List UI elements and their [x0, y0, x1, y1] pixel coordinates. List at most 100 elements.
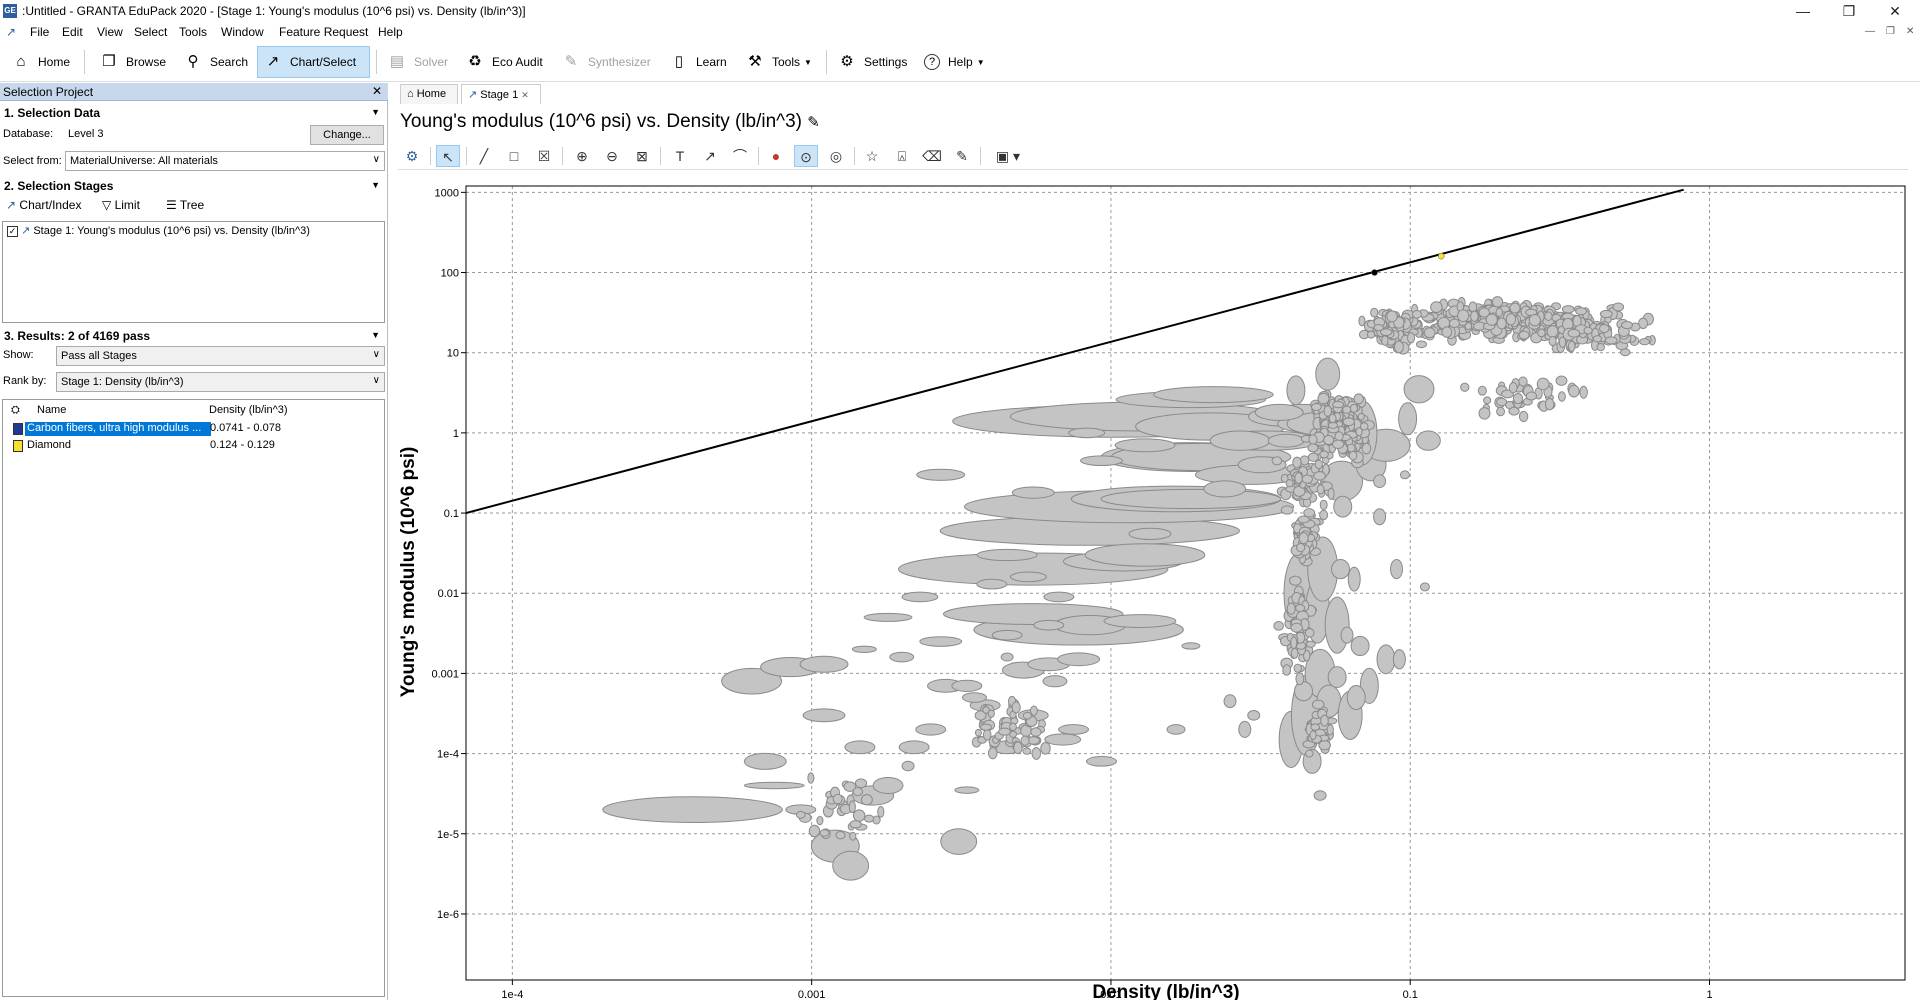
- toolbar-separator: [980, 147, 981, 165]
- column-header-density[interactable]: Density (lb/in^3): [209, 404, 288, 416]
- close-panel-icon[interactable]: ✕: [372, 84, 382, 98]
- stage-label: Stage 1: Young's modulus (10^6 psi) vs. …: [33, 225, 310, 237]
- mdi-restore-icon[interactable]: ❐: [1886, 26, 1895, 37]
- material-bubble-small: [1280, 505, 1294, 515]
- menu-select[interactable]: Select: [134, 25, 167, 39]
- material-bubble-small: [1568, 384, 1580, 398]
- search-button[interactable]: ⚲ Search: [178, 46, 254, 78]
- limit-button[interactable]: ▽ Limit: [102, 198, 140, 212]
- mdi-close-icon[interactable]: ✕: [1906, 26, 1914, 37]
- results-header[interactable]: 3. Results: 2 of 4169 pass ▼: [0, 327, 388, 345]
- column-header-name[interactable]: Name: [37, 404, 66, 416]
- material-bubble: [743, 781, 805, 790]
- y-tick-label: 1000: [435, 187, 459, 199]
- toolbar-separator: [758, 147, 759, 165]
- home-label: Home: [38, 55, 71, 69]
- envelope-icon[interactable]: ⊙: [794, 145, 818, 167]
- pointer-icon[interactable]: ↖: [436, 145, 460, 167]
- browse-button[interactable]: ❐ Browse: [94, 46, 172, 78]
- zoom-fit-icon[interactable]: ⊠: [630, 145, 654, 167]
- selection-stages-header[interactable]: 2. Selection Stages ▼: [0, 177, 388, 195]
- material-bubble-small: [863, 814, 875, 823]
- home-button[interactable]: ⌂ Home: [6, 46, 76, 78]
- column-settings-icon[interactable]: ⛭: [11, 404, 20, 417]
- material-bubble: [954, 786, 980, 794]
- pin-icon[interactable]: ⍓: [890, 145, 914, 167]
- tree-button[interactable]: ☰ Tree: [166, 198, 204, 212]
- material-bubble-small: [1379, 328, 1393, 337]
- clear-select-icon[interactable]: ☒: [532, 145, 556, 167]
- rank-by-dropdown[interactable]: Stage 1: Density (lb/in^3) ∨: [56, 372, 385, 392]
- eco-audit-icon: ♻: [468, 53, 482, 70]
- y-tick-label: 1e-4: [437, 749, 459, 761]
- chart-index-button[interactable]: ↗ Chart/Index: [6, 198, 81, 212]
- highlight-icon[interactable]: ●: [764, 145, 788, 167]
- material-bubble-small: [1478, 407, 1491, 420]
- menu-help[interactable]: Help: [378, 25, 403, 39]
- stage-item[interactable]: ✓ ↗ Stage 1: Young's modulus (10^6 psi) …: [7, 224, 310, 237]
- line-select-icon[interactable]: ╱: [472, 145, 496, 167]
- material-bubble-small: [1308, 434, 1318, 445]
- material-bubble-small: [1537, 328, 1546, 338]
- star-icon[interactable]: ☆: [860, 145, 884, 167]
- change-database-button[interactable]: Change...: [310, 125, 384, 145]
- material-bubble-small: [1457, 309, 1470, 323]
- solver-button[interactable]: ▤ Solver: [382, 46, 454, 78]
- synthesizer-button[interactable]: ✎ Synthesizer: [556, 46, 657, 78]
- material-bubble-small: [1639, 338, 1651, 346]
- selection-data-header[interactable]: 1. Selection Data ▼: [0, 104, 388, 122]
- learn-button[interactable]: ▯ Learn: [664, 46, 733, 78]
- chart-area[interactable]: 1e-4 0.001 0.01 0.1 110001001010.10.010.0011…: [398, 172, 1908, 1000]
- menu-tools[interactable]: Tools: [179, 25, 207, 39]
- mdi-minimize-icon[interactable]: —: [1865, 26, 1875, 37]
- tab-stage-1-label: Stage 1: [480, 89, 519, 101]
- menu-feature-request[interactable]: Feature Request: [279, 25, 368, 39]
- minimize-button[interactable]: —: [1780, 0, 1826, 22]
- menu-bar: ↗ File Edit View Select Tools Window Fea…: [0, 22, 1920, 42]
- menu-window[interactable]: Window: [221, 25, 264, 39]
- material-bubble-small: [1621, 321, 1633, 330]
- solver-label: Solver: [414, 55, 449, 69]
- material-bubble: [863, 612, 913, 622]
- box-select-icon[interactable]: □: [502, 145, 526, 167]
- tab-home[interactable]: ⌂ Home: [400, 84, 458, 104]
- export-icon[interactable]: ▣ ▾: [988, 145, 1028, 167]
- material-bubble-small: [1290, 647, 1299, 659]
- show-dropdown[interactable]: Pass all Stages ∨: [56, 346, 385, 366]
- bubble-icon[interactable]: ◎: [824, 145, 848, 167]
- edit-title-icon[interactable]: ✎: [807, 114, 820, 131]
- database-label: Database:: [3, 128, 54, 140]
- material-bubble-small: [807, 772, 815, 784]
- material-bubble-small: [1301, 474, 1313, 484]
- limit-label: Limit: [114, 198, 140, 212]
- material-bubble: [1324, 596, 1350, 654]
- curve-icon[interactable]: ⌒: [728, 145, 752, 167]
- tab-stage-1[interactable]: ↗ Stage 1 ✕: [461, 84, 541, 104]
- zoom-out-icon[interactable]: ⊖: [600, 145, 624, 167]
- menu-edit[interactable]: Edit: [62, 25, 83, 39]
- help-button[interactable]: ? Help ▼: [918, 46, 991, 78]
- material-bubble-small: [1334, 431, 1344, 442]
- chart-settings-icon[interactable]: ⚙: [400, 145, 424, 167]
- eco-audit-button[interactable]: ♻ Eco Audit: [460, 46, 549, 78]
- material-bubble-small: [1548, 336, 1557, 347]
- menu-file[interactable]: File: [30, 25, 49, 39]
- close-window-button[interactable]: ✕: [1872, 0, 1918, 22]
- eraser-icon[interactable]: ⌫: [920, 145, 944, 167]
- chart-select-button[interactable]: ↗ Chart/Select: [257, 46, 370, 78]
- stage-checkbox[interactable]: ✓: [7, 226, 18, 237]
- app-menu-icon[interactable]: ↗: [6, 25, 16, 39]
- material-bubble-small: [1295, 604, 1306, 613]
- pencil-icon[interactable]: ✎: [950, 145, 974, 167]
- close-tab-icon[interactable]: ✕: [521, 90, 529, 100]
- settings-button[interactable]: ⚙ Settings: [832, 46, 913, 78]
- material-bubble-small: [1496, 397, 1508, 407]
- select-from-dropdown[interactable]: MaterialUniverse: All materials ∨: [65, 151, 385, 171]
- restore-button[interactable]: ❐: [1826, 0, 1872, 22]
- menu-view[interactable]: View: [97, 25, 123, 39]
- text-icon[interactable]: T: [668, 145, 692, 167]
- tools-button[interactable]: ⚒ Tools ▼: [740, 46, 818, 78]
- material-bubble: [1419, 582, 1430, 592]
- zoom-in-icon[interactable]: ⊕: [570, 145, 594, 167]
- arrow-icon[interactable]: ↗: [698, 145, 722, 167]
